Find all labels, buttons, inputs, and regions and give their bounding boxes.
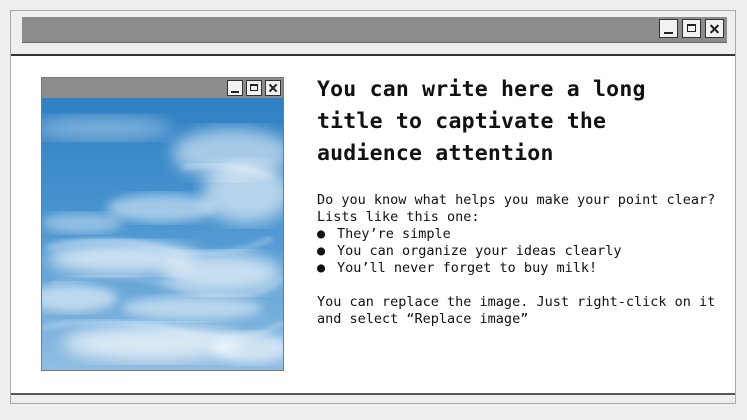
sky-clouds-graphic: [42, 98, 283, 370]
list-item: ● They’re simple: [317, 226, 717, 243]
sky-image[interactable]: [42, 98, 283, 370]
intro-text-line-1: Do you know what helps you make your poi…: [317, 192, 716, 208]
main-window-titlebar-strip[interactable]: [22, 17, 727, 43]
footer-text: You can replace the image. Just right-cl…: [317, 294, 716, 327]
minimize-icon[interactable]: [227, 80, 243, 96]
image-window-titlebar[interactable]: [42, 78, 283, 98]
maximize-icon[interactable]: [246, 80, 262, 96]
content-panel: You can write here a long title to capti…: [317, 74, 717, 328]
close-icon[interactable]: [265, 80, 281, 96]
list-item: ● You’ll never forget to buy milk!: [317, 260, 717, 277]
bullet-list: ● They’re simple ● You can organize your…: [317, 226, 717, 277]
main-window-titlebar[interactable]: [11, 11, 735, 56]
bullet-icon: ●: [317, 226, 326, 242]
intro-text-line-2: Lists like this one:: [317, 209, 480, 225]
main-window-bottom-border: [11, 393, 735, 403]
maximize-icon[interactable]: [682, 19, 701, 38]
close-icon[interactable]: [705, 19, 724, 38]
main-window-controls: [659, 19, 724, 38]
page-title: You can write here a long title to capti…: [317, 77, 646, 166]
minimize-icon[interactable]: [659, 19, 678, 38]
image-window: [41, 77, 284, 371]
list-item-text: You can organize your ideas clearly: [337, 243, 622, 259]
list-item-text: They’re simple: [337, 226, 451, 242]
bullet-icon: ●: [317, 243, 326, 259]
list-item-text: You’ll never forget to buy milk!: [337, 260, 598, 276]
image-window-controls: [227, 80, 281, 96]
bullet-icon: ●: [317, 260, 326, 276]
list-item: ● You can organize your ideas clearly: [317, 243, 717, 260]
